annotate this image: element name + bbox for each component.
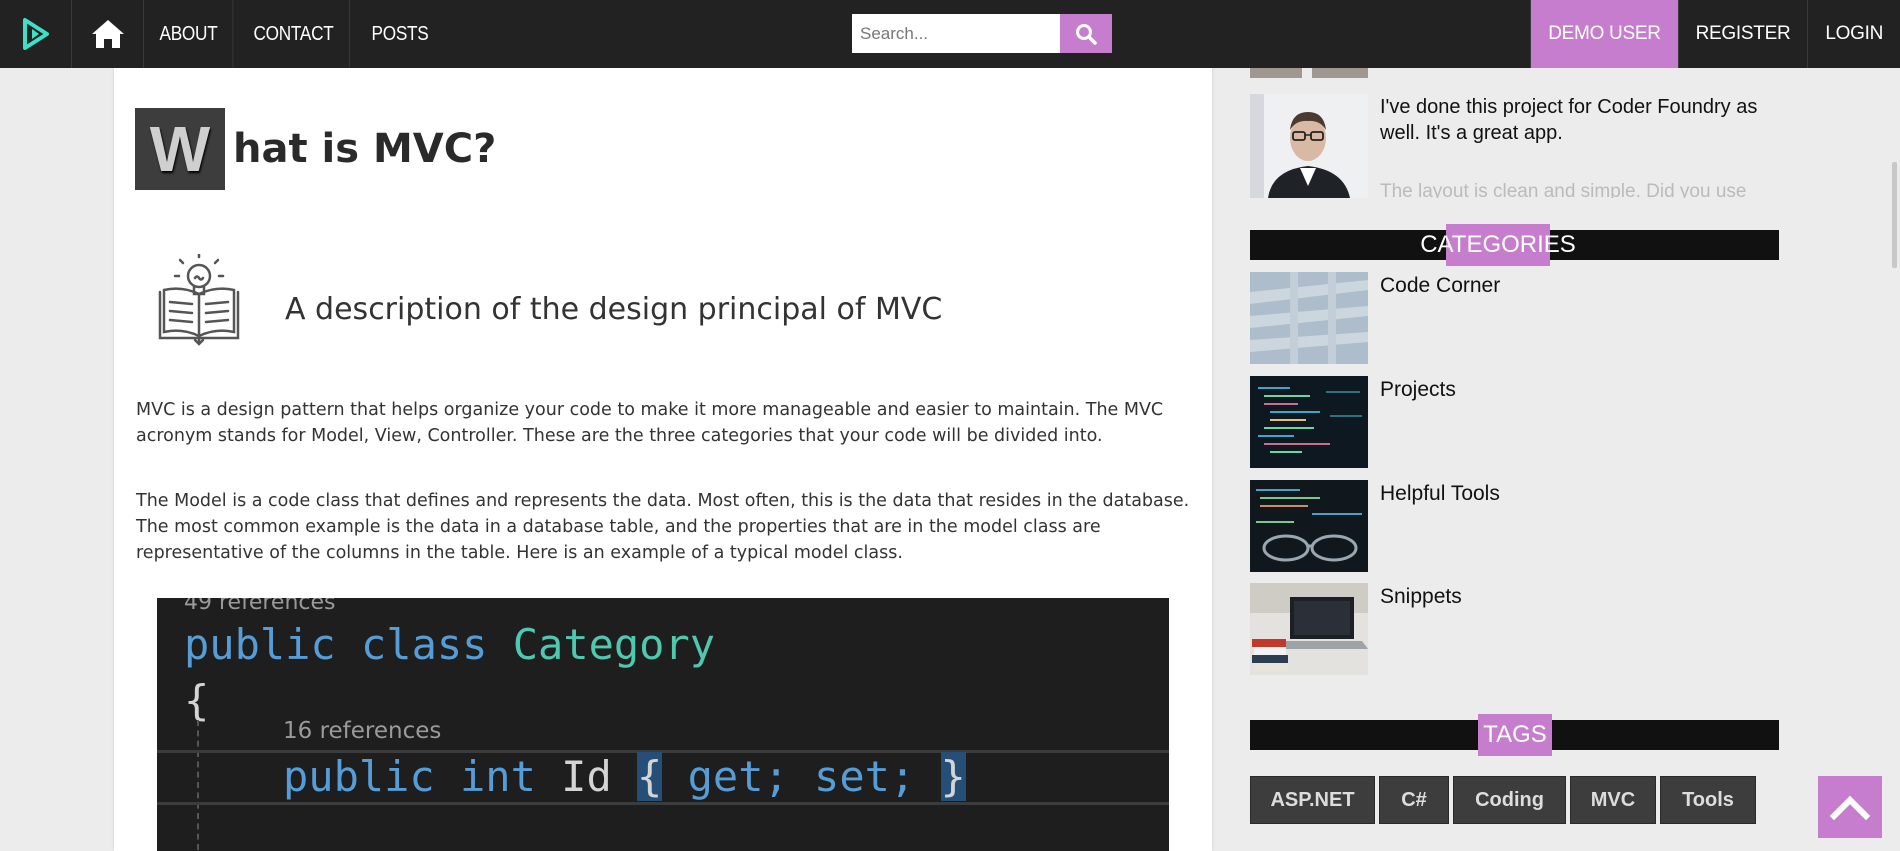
tag-list: ASP.NET C# Coding MVC Tools bbox=[1250, 776, 1756, 824]
code-accessors: get; set; bbox=[662, 752, 941, 801]
home-link[interactable] bbox=[72, 0, 144, 68]
category-label[interactable]: Snippets bbox=[1380, 585, 1462, 609]
category-label[interactable]: Helpful Tools bbox=[1380, 482, 1500, 506]
nav-register[interactable]: REGISTER bbox=[1677, 0, 1808, 68]
title-text: hat is MVC? bbox=[233, 126, 497, 172]
top-navbar: ABOUT CONTACT POSTS DEMO USER REGISTER L… bbox=[0, 0, 1900, 68]
code-class-declaration: public class Category bbox=[184, 620, 715, 669]
home-icon bbox=[91, 20, 124, 48]
tag-tools[interactable]: Tools bbox=[1660, 776, 1756, 824]
comment-avatar[interactable] bbox=[1250, 94, 1368, 198]
article-paragraph: The Model is a code class that defines a… bbox=[136, 491, 1190, 563]
search-form bbox=[852, 14, 1112, 53]
code-references-label: 16 references bbox=[283, 718, 442, 744]
page-title: W hat is MVC? bbox=[135, 108, 496, 190]
category-label[interactable]: Code Corner bbox=[1380, 274, 1500, 298]
play-logo-icon bbox=[22, 18, 49, 50]
comment-thumbnail-partial bbox=[1250, 68, 1368, 78]
nav-contact[interactable]: CONTACT bbox=[238, 0, 351, 68]
code-property-name: Id bbox=[561, 752, 612, 801]
tags-title: TAGS bbox=[1478, 714, 1552, 756]
code-keyword: int bbox=[460, 752, 536, 801]
category-item[interactable]: Projects bbox=[1250, 376, 1670, 468]
nav-demo-user[interactable]: DEMO USER bbox=[1530, 0, 1678, 68]
code-keyword: public bbox=[283, 752, 435, 801]
tag-csharp[interactable]: C# bbox=[1379, 776, 1449, 824]
code-keyword: public bbox=[184, 620, 336, 669]
brand-logo[interactable] bbox=[0, 0, 72, 68]
back-to-top-button[interactable] bbox=[1818, 776, 1882, 838]
category-item[interactable]: Helpful Tools bbox=[1250, 480, 1670, 572]
category-item[interactable]: Snippets bbox=[1250, 583, 1670, 675]
tag-mvc[interactable]: MVC bbox=[1570, 776, 1656, 824]
category-thumbnail[interactable] bbox=[1250, 583, 1368, 675]
nav-about[interactable]: ABOUT bbox=[144, 0, 234, 68]
category-label[interactable]: Projects bbox=[1380, 378, 1456, 402]
category-thumbnail[interactable] bbox=[1250, 480, 1368, 572]
code-property-declaration: public int Id { get; set; } bbox=[283, 752, 966, 801]
category-thumbnail[interactable] bbox=[1250, 376, 1368, 468]
chevron-up-icon bbox=[1830, 795, 1870, 820]
search-icon bbox=[1076, 23, 1097, 45]
page-scrollbar[interactable] bbox=[1892, 162, 1897, 268]
code-open-brace: { bbox=[184, 676, 210, 725]
comment-text-faded: The layout is clean and simple. Did you … bbox=[1380, 181, 1747, 198]
category-item[interactable]: Code Corner bbox=[1250, 272, 1670, 364]
comment-text[interactable]: I've done this project for Coder Foundry… bbox=[1380, 94, 1780, 146]
code-class-name: Category bbox=[512, 620, 716, 669]
code-brace: } bbox=[940, 752, 966, 801]
tags-header: TAGS bbox=[1250, 714, 1779, 756]
article-paragraph: MVC is a design pattern that helps organ… bbox=[136, 400, 1164, 446]
categories-header: CATEGORIES bbox=[1250, 224, 1779, 266]
category-thumbnail[interactable] bbox=[1250, 272, 1368, 364]
code-references-label: 49 references bbox=[184, 598, 336, 615]
article-card: W hat is MVC? A description of the desig… bbox=[114, 68, 1212, 851]
book-lightbulb-icon bbox=[158, 254, 240, 346]
tag-coding[interactable]: Coding bbox=[1453, 776, 1566, 824]
code-screenshot: 49 references public class Category { 16… bbox=[157, 598, 1169, 851]
article-description: A description of the design principal of… bbox=[285, 292, 943, 327]
nav-login[interactable]: LOGIN bbox=[1807, 0, 1900, 68]
nav-posts[interactable]: POSTS bbox=[356, 0, 444, 68]
code-keyword: class bbox=[361, 620, 488, 669]
search-input[interactable] bbox=[852, 14, 1060, 53]
title-dropcap: W bbox=[135, 108, 225, 190]
search-button[interactable] bbox=[1060, 14, 1112, 53]
categories-title: CATEGORIES bbox=[1420, 224, 1576, 266]
tag-aspnet[interactable]: ASP.NET bbox=[1250, 776, 1375, 824]
code-brace: { bbox=[637, 752, 663, 801]
nav-right: DEMO USER REGISTER LOGIN bbox=[1530, 0, 1900, 68]
